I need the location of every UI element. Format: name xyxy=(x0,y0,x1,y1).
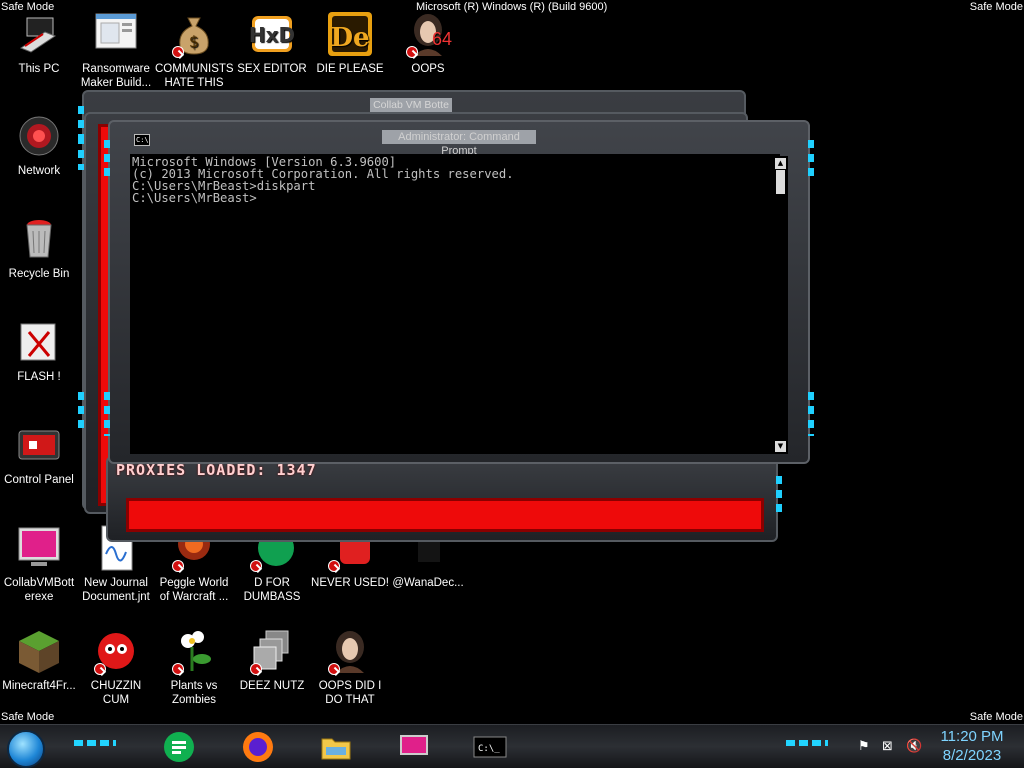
shortcut-badge-icon xyxy=(172,663,184,675)
cmd-icon: C:\_ xyxy=(473,736,507,758)
console-output[interactable]: Microsoft Windows [Version 6.3.9600] (c)… xyxy=(130,154,780,454)
svg-text:$: $ xyxy=(189,32,199,51)
shortcut-badge-icon xyxy=(250,663,262,675)
svg-text:HxD: HxD xyxy=(249,23,295,47)
cyan-accent xyxy=(78,392,84,432)
desktop-icon-recycle-bin[interactable]: Recycle Bin xyxy=(0,215,78,281)
shortcut-badge-icon xyxy=(172,46,184,58)
folder-icon xyxy=(321,738,351,760)
oops-badge: 64 xyxy=(432,29,453,49)
svg-text:C:\_: C:\_ xyxy=(478,744,500,754)
green-app-icon xyxy=(164,732,194,762)
desktop-icon-this-pc[interactable]: This PC xyxy=(0,10,78,76)
network-disconnected-icon[interactable]: ⊠ xyxy=(882,739,893,754)
minecraft-block-icon xyxy=(15,627,63,675)
this-pc-icon xyxy=(15,10,63,58)
desktop-icon-chuzzin[interactable]: CHUZZIN CUM xyxy=(77,627,155,707)
control-panel-icon xyxy=(15,421,63,469)
start-orb-button[interactable] xyxy=(7,730,45,768)
safe-mode-label-bottom-right: Safe Mode xyxy=(969,711,1023,723)
cyan-accent xyxy=(808,392,814,436)
scroll-thumb[interactable] xyxy=(776,170,785,194)
recycle-bin-icon xyxy=(15,215,63,263)
window-title: Administrator: Command Prompt xyxy=(382,130,536,157)
console-line-6: C:\Users\MrBeast> xyxy=(132,191,257,205)
shortcut-badge-icon xyxy=(94,663,106,675)
taskbar-green-app-button[interactable] xyxy=(161,729,197,765)
clock-time: 11:20 PM xyxy=(940,728,1004,745)
desktop-icon-collabvm[interactable]: CollabVMBott erexe xyxy=(0,524,78,604)
shortcut-badge-icon xyxy=(406,46,418,58)
system-clock[interactable]: 11:20 PM 8/2/2023 xyxy=(936,727,1008,765)
cyan-accent xyxy=(78,136,84,170)
cyan-accent xyxy=(104,140,110,180)
shortcut-badge-icon xyxy=(328,663,340,675)
action-center-flag-icon[interactable]: ⚑ xyxy=(858,739,870,754)
cyan-accent xyxy=(74,740,116,746)
monitor-icon xyxy=(15,524,63,572)
cyan-accent xyxy=(104,392,110,436)
portrait-icon: 64 xyxy=(404,10,452,58)
taskbar-firefox-button[interactable] xyxy=(240,729,276,765)
hxd-editor-icon: HxD xyxy=(248,10,296,58)
taskbar-cmd-button[interactable]: C:\_ xyxy=(472,729,508,765)
cyan-accent xyxy=(776,476,782,512)
window-title: Collab VM Botte xyxy=(370,98,452,112)
cyan-accent xyxy=(808,140,814,180)
safe-mode-label-top-right: Safe Mode xyxy=(969,1,1023,13)
monitor-icon xyxy=(400,735,428,755)
scroll-down-arrow-icon[interactable]: ▼ xyxy=(775,441,786,452)
firefox-icon xyxy=(243,732,273,762)
stacked-windows-icon xyxy=(248,627,296,675)
scroll-up-arrow-icon[interactable]: ▲ xyxy=(775,158,786,169)
cyan-accent xyxy=(786,740,828,746)
money-bag-icon: $ xyxy=(170,10,218,58)
desktop-icon-sex-editor[interactable]: HxD SEX EDITOR xyxy=(233,10,311,76)
command-prompt-window[interactable]: C:\ Administrator: Command Prompt Micros… xyxy=(104,120,814,464)
desktop-icon-plants-vs-zombies[interactable]: Plants vs Zombies xyxy=(155,627,233,707)
window-document-icon xyxy=(92,10,140,58)
safe-mode-label-bottom-left: Safe Mode xyxy=(1,711,55,723)
desktop-icon-flash[interactable]: FLASH ! xyxy=(0,318,78,384)
desktop-icon-oops[interactable]: 64 OOPS xyxy=(389,10,467,76)
taskbar-collabvm-button[interactable] xyxy=(396,729,432,765)
volume-muted-icon[interactable]: 🔇 xyxy=(906,739,922,754)
desktop-icon-control-panel[interactable]: Control Panel xyxy=(0,421,78,487)
desktop-icon-die-please[interactable]: De DIE PLEASE xyxy=(311,10,389,76)
flash-icon xyxy=(15,318,63,366)
desktop-icon-deez-nutz[interactable]: DEEZ NUTZ xyxy=(233,627,311,693)
clock-date: 8/2/2023 xyxy=(942,747,1002,764)
vertical-scrollbar[interactable]: ▲ ▼ xyxy=(774,156,788,454)
chuzzle-icon xyxy=(92,627,140,675)
svg-text:De: De xyxy=(330,23,369,53)
shortcut-badge-icon xyxy=(250,560,262,572)
red-panel xyxy=(126,498,764,532)
cmd-system-icon[interactable]: C:\ xyxy=(134,134,150,146)
shortcut-badge-icon xyxy=(172,560,184,572)
taskbar-file-explorer-button[interactable] xyxy=(318,729,354,765)
de-app-icon: De xyxy=(326,10,374,58)
desktop-icon-ransomware-maker[interactable]: Ransomware Maker Build... xyxy=(77,10,155,90)
desktop-icon-network[interactable]: Network xyxy=(0,112,78,178)
desktop-icon-oops-did-i-do-that[interactable]: OOPS DID I DO THAT xyxy=(311,627,389,707)
network-orb-icon xyxy=(15,112,63,160)
desktop-icon-minecraft[interactable]: Minecraft4Fr... xyxy=(0,627,78,693)
taskbar: C:\_ ⚑ ⊠ 🔇 11:20 PM 8/2/2023 xyxy=(0,724,1024,768)
shortcut-badge-icon xyxy=(328,560,340,572)
portrait-icon xyxy=(326,627,374,675)
flower-icon xyxy=(170,627,218,675)
